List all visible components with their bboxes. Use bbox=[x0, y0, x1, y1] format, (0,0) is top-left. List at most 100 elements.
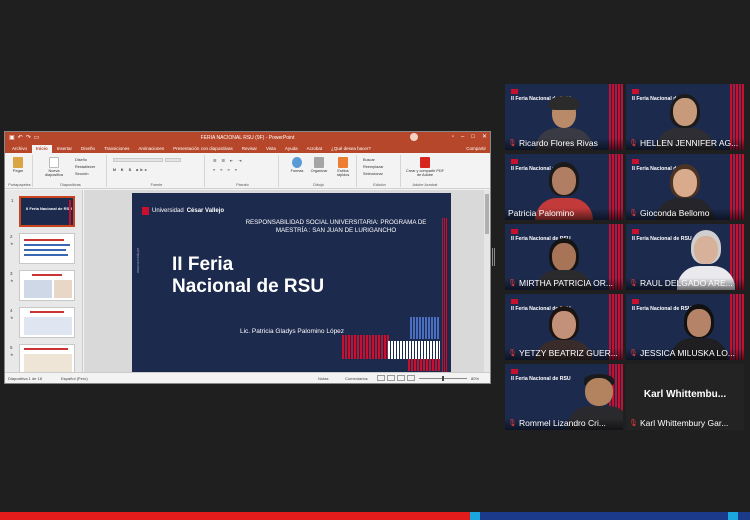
ucv-logo-icon bbox=[511, 89, 518, 94]
notes-button[interactable]: Notas bbox=[318, 376, 328, 381]
acrobat-pdf-button[interactable]: Crear y compartir PDF de Adobe bbox=[405, 157, 445, 177]
participant-name: Patricia Palomino bbox=[508, 208, 575, 218]
comments-button[interactable]: Comentarios bbox=[345, 376, 368, 381]
font-format-buttons[interactable]: N K S abc bbox=[113, 168, 149, 172]
slide-author[interactable]: Lic. Patricia Gladys Palomino López bbox=[240, 328, 344, 335]
shapes-button[interactable]: Formas bbox=[287, 157, 307, 173]
participant-tile[interactable]: II Feria Nacional de RSU 🎙 Gioconda Bell… bbox=[626, 154, 744, 220]
slide-thumbnail[interactable]: 2 ★ bbox=[10, 233, 75, 264]
slide-thumbnail[interactable]: 3 ★ bbox=[10, 270, 75, 301]
font-name-select[interactable] bbox=[113, 158, 163, 162]
participant-tile[interactable]: II Feria Nacional de RSU 🎙 HELLEN JENNIF… bbox=[626, 84, 744, 150]
tab-presentacion[interactable]: Presentación con diapositivas bbox=[169, 145, 237, 153]
participant-tile[interactable]: II Feria Nacional de RSU 🎙 MIRTHA PATRIC… bbox=[505, 224, 623, 290]
user-avatar[interactable] bbox=[410, 133, 418, 141]
paste-button[interactable]: Pegar bbox=[10, 157, 26, 173]
slide-title[interactable]: II Feria Nacional de RSU bbox=[172, 254, 324, 298]
zoom-level[interactable]: 80% bbox=[471, 376, 479, 381]
transition-icon: ★ bbox=[10, 315, 14, 320]
reset-button[interactable]: Restablecer bbox=[75, 165, 95, 169]
replace-button[interactable]: Reemplazar bbox=[363, 165, 383, 169]
ucv-logo-icon bbox=[632, 89, 639, 94]
mic-muted-icon: 🎙 bbox=[629, 140, 638, 147]
new-slide-button[interactable]: Nueva diapositiva bbox=[43, 157, 65, 177]
ribbon-options-icon[interactable]: ▫ bbox=[452, 132, 454, 143]
layout-button[interactable]: Diseño bbox=[75, 158, 87, 162]
tab-revisar[interactable]: Revisar bbox=[238, 145, 261, 153]
tab-archivo[interactable]: Archivo bbox=[8, 145, 31, 153]
ucv-logo-icon bbox=[511, 369, 518, 374]
tab-insertar[interactable]: Insertar bbox=[53, 145, 76, 153]
participant-tile-video-off[interactable]: Karl Whittembu... 🎙 Karl Whittembury Gar… bbox=[626, 364, 744, 430]
tab-ayuda[interactable]: Ayuda bbox=[281, 145, 302, 153]
tab-diseno[interactable]: Diseño bbox=[77, 145, 99, 153]
group-label: Párrafo bbox=[236, 183, 249, 187]
slide-thumbnail[interactable]: 4 ★ bbox=[10, 307, 75, 338]
thumb-line bbox=[24, 244, 70, 246]
normal-view-icon[interactable] bbox=[377, 375, 385, 381]
ucv-logo-icon bbox=[511, 159, 518, 164]
face bbox=[673, 98, 697, 126]
minimize-icon[interactable]: – bbox=[461, 132, 464, 143]
tab-inicio[interactable]: Inicio bbox=[32, 145, 52, 153]
font-size-select[interactable] bbox=[165, 158, 181, 162]
thumb-line bbox=[24, 254, 68, 256]
tab-transiciones[interactable]: Transiciones bbox=[100, 145, 133, 153]
tab-acrobat[interactable]: Acrobat bbox=[303, 145, 327, 153]
quick-styles-label: Estilos rápidos bbox=[336, 169, 350, 177]
face bbox=[552, 311, 576, 339]
logo-text-bold: César Vallejo bbox=[186, 208, 225, 214]
language-indicator[interactable]: Español (Perú) bbox=[61, 376, 88, 381]
vertical-scrollbar[interactable] bbox=[484, 190, 490, 373]
align-buttons[interactable]: ≡ ≡ ≡ ≡ bbox=[213, 168, 239, 172]
participant-tile[interactable]: II Feria Nacional de RSU 🎙 YETZY BEATRIZ… bbox=[505, 294, 623, 360]
section-button[interactable]: Sección bbox=[75, 172, 89, 176]
reading-view-icon[interactable] bbox=[397, 375, 405, 381]
transition-icon: ★ bbox=[10, 241, 14, 246]
mic-muted-icon: 🎙 bbox=[508, 420, 517, 427]
group-label: Fuente bbox=[150, 183, 163, 187]
slide-subtitle[interactable]: RESPONSABILIDAD SOCIAL UNIVERSITARIA: PR… bbox=[236, 219, 436, 235]
participant-name: JESSICA MILUSKA LO... bbox=[640, 348, 735, 358]
slideshow-icon[interactable] bbox=[407, 375, 415, 381]
scroll-thumb[interactable] bbox=[485, 194, 489, 234]
video-off-name: Karl Whittembu... bbox=[643, 389, 727, 400]
accent-segment bbox=[470, 512, 480, 520]
tell-me-search[interactable]: ¿Qué desea hacer? bbox=[327, 145, 375, 153]
zoom-slider-handle[interactable] bbox=[442, 376, 444, 381]
ucv-logo-icon bbox=[632, 159, 639, 164]
panel-splitter-handle[interactable] bbox=[492, 248, 495, 266]
arrange-label: Organizar bbox=[310, 169, 328, 173]
sorter-view-icon[interactable] bbox=[387, 375, 395, 381]
slide-editing-canvas[interactable]: Universidad César Vallejo RESPONSABILIDA… bbox=[84, 190, 490, 373]
thumb-number: 1 bbox=[11, 198, 14, 203]
mic-muted-icon: 🎙 bbox=[508, 280, 517, 287]
tab-vista[interactable]: Vista bbox=[262, 145, 280, 153]
participant-tile[interactable]: II Feria Nacional de RSU 🎙 RAUL DELGADO … bbox=[626, 224, 744, 290]
face bbox=[694, 236, 719, 264]
maximize-icon[interactable]: □ bbox=[471, 132, 475, 143]
current-slide[interactable]: Universidad César Vallejo RESPONSABILIDA… bbox=[132, 193, 451, 372]
quick-styles-button[interactable]: Estilos rápidos bbox=[332, 157, 354, 177]
share-button[interactable]: Compartir bbox=[466, 146, 486, 151]
thumb-title: II Feria Nacional de RSU bbox=[26, 206, 73, 211]
face bbox=[687, 309, 712, 337]
group-acrobat: Crear y compartir PDF de Adobe Adobe Acr… bbox=[403, 155, 447, 187]
participant-tile-active-speaker[interactable]: II Feria Nacional de RSU Patricia Palomi… bbox=[505, 154, 623, 220]
close-icon[interactable]: ✕ bbox=[482, 132, 487, 143]
decorative-bars bbox=[388, 341, 440, 359]
thumb-image bbox=[54, 280, 72, 298]
ribbon: Pegar Portapapeles Nueva diapositiva Dis… bbox=[5, 153, 490, 189]
slide-thumbnail[interactable]: 5 ★ bbox=[10, 344, 75, 375]
list-buttons[interactable]: ☰ ☰ ⇤ ⇥ bbox=[213, 158, 243, 163]
participant-tile[interactable]: II Feria Nacional de RSU 🎙 Rommel Lizand… bbox=[505, 364, 623, 430]
slide-thumbnail[interactable]: 1 II Feria Nacional de RSU bbox=[11, 196, 75, 227]
select-button[interactable]: Seleccionar bbox=[363, 172, 383, 176]
face bbox=[552, 243, 576, 271]
tab-animaciones[interactable]: Animaciones bbox=[134, 145, 168, 153]
participant-tile[interactable]: II Feria Nacional de RSU 🎙 Ricardo Flore… bbox=[505, 84, 623, 150]
arrange-button[interactable]: Organizar bbox=[308, 157, 330, 173]
find-button[interactable]: Buscar bbox=[363, 158, 375, 162]
participant-tile[interactable]: II Feria Nacional de RSU 🎙 JESSICA MILUS… bbox=[626, 294, 744, 360]
paste-icon bbox=[13, 157, 23, 168]
